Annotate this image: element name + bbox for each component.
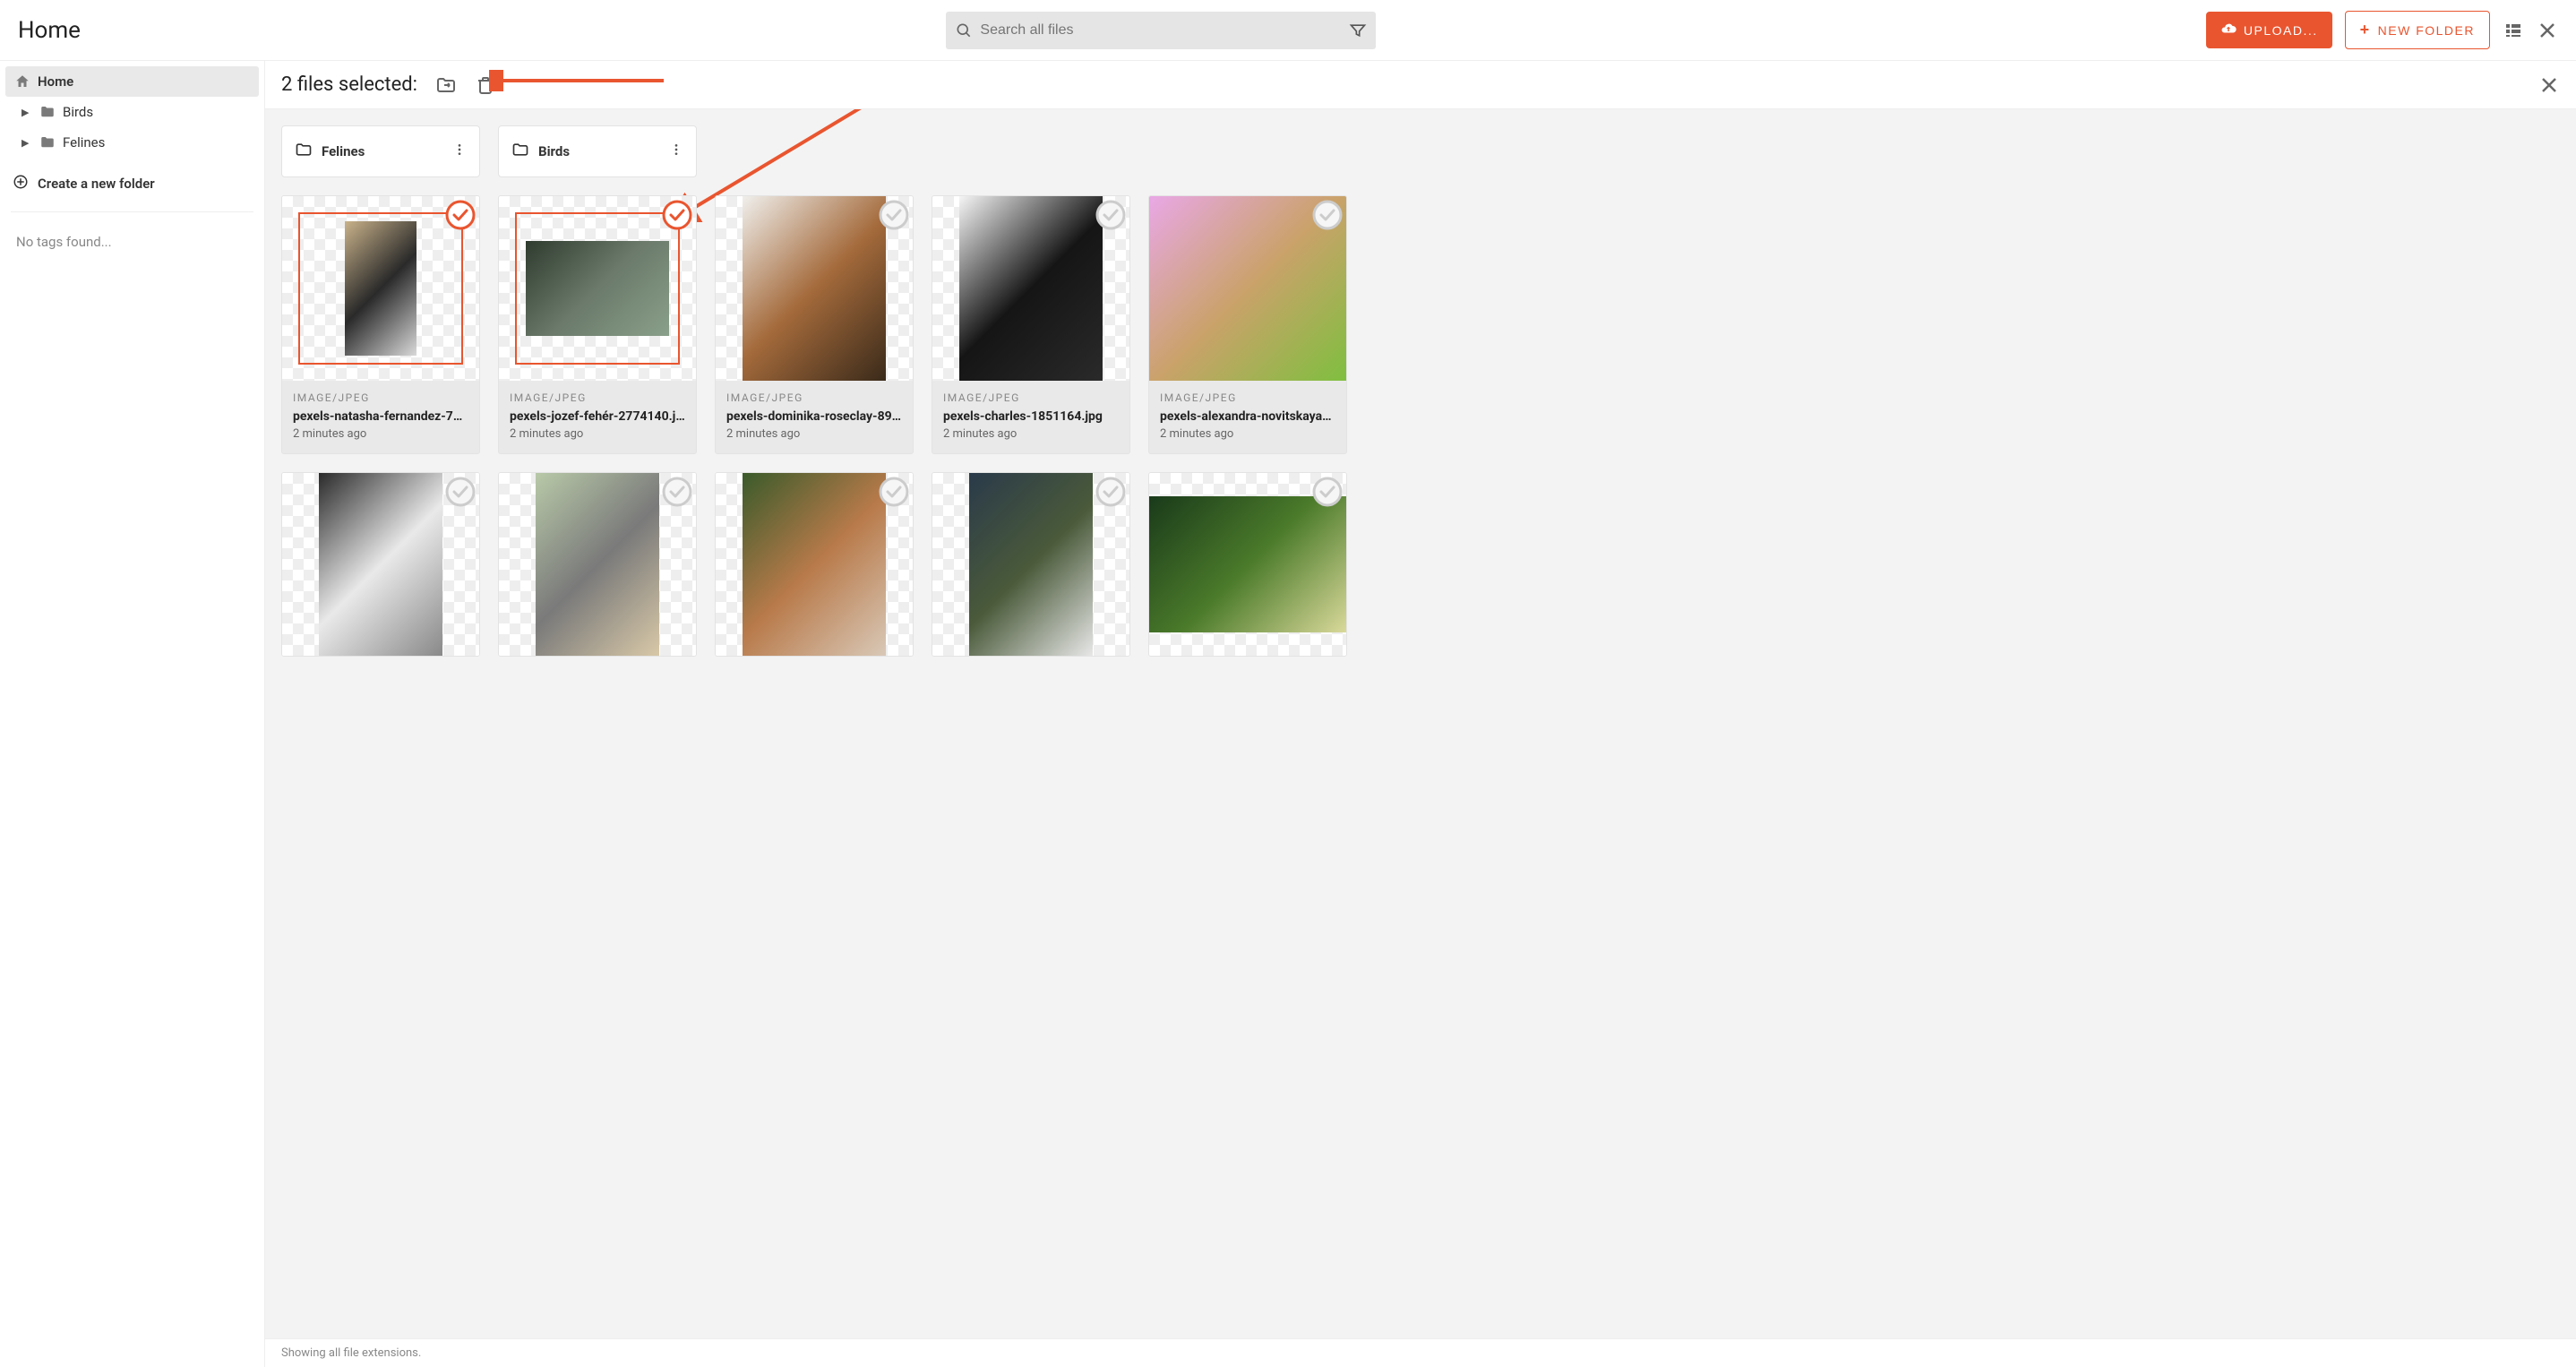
file-type: IMAGE/JPEG xyxy=(726,391,902,404)
folder-icon xyxy=(39,104,56,120)
file-time: 2 minutes ago xyxy=(726,427,902,441)
sidebar-item-home[interactable]: Home xyxy=(5,66,259,97)
thumbnail-image xyxy=(536,473,659,657)
file-type: IMAGE/JPEG xyxy=(1160,391,1335,404)
folder-icon xyxy=(39,134,56,150)
page-title: Home xyxy=(18,17,81,44)
file-time: 2 minutes ago xyxy=(510,427,685,441)
file-card[interactable] xyxy=(498,472,697,657)
select-checkmark-icon[interactable] xyxy=(445,477,476,507)
sidebar-item-label: Birds xyxy=(63,104,93,120)
thumbnail-image xyxy=(345,221,416,356)
home-icon xyxy=(14,73,30,90)
folder-icon xyxy=(511,141,529,162)
close-icon[interactable] xyxy=(2537,20,2558,41)
file-name: pexels-alexandra-novitskaya-2... xyxy=(1160,409,1335,424)
select-checkmark-icon[interactable] xyxy=(1312,477,1343,507)
file-time: 2 minutes ago xyxy=(943,427,1119,441)
thumbnail-image xyxy=(1149,496,1346,632)
upload-button[interactable]: UPLOAD... xyxy=(2206,12,2332,48)
footer-text: Showing all file extensions. xyxy=(265,1338,2576,1367)
plus-icon: + xyxy=(2360,21,2371,39)
chevron-right-icon: ▶ xyxy=(21,137,32,149)
file-card[interactable]: IMAGE/JPEG pexels-dominika-roseclay-8952… xyxy=(715,195,914,454)
thumbnail-image xyxy=(526,241,669,336)
sidebar: Home ▶ Birds ▶ Felines xyxy=(0,61,265,1367)
upload-label: UPLOAD... xyxy=(2244,23,2318,38)
file-card[interactable]: IMAGE/JPEG pexels-jozef-fehér-2774140.jp… xyxy=(498,195,697,454)
file-name: pexels-dominika-roseclay-8952... xyxy=(726,409,902,424)
select-checkmark-icon[interactable] xyxy=(662,200,692,230)
file-card[interactable] xyxy=(932,472,1130,657)
folder-name: Felines xyxy=(322,143,443,159)
select-checkmark-icon[interactable] xyxy=(445,200,476,230)
selection-bar: 2 files selected: xyxy=(265,61,2576,109)
sidebar-item-label: Felines xyxy=(63,134,105,150)
selection-count: 2 files selected: xyxy=(281,73,417,96)
select-checkmark-icon[interactable] xyxy=(662,477,692,507)
close-selection-icon[interactable] xyxy=(2538,74,2560,96)
search-bar[interactable] xyxy=(946,12,1376,49)
no-tags-text: No tags found... xyxy=(0,219,264,264)
file-type: IMAGE/JPEG xyxy=(510,391,685,404)
sidebar-item-label: Home xyxy=(38,73,73,90)
folder-card[interactable]: Felines xyxy=(281,125,480,177)
thumbnail-image xyxy=(743,196,886,381)
file-card[interactable]: IMAGE/JPEG pexels-charles-1851164.jpg 2 … xyxy=(932,195,1130,454)
file-time: 2 minutes ago xyxy=(293,427,468,441)
file-time: 2 minutes ago xyxy=(1160,427,1335,441)
more-icon[interactable] xyxy=(669,142,683,160)
list-view-icon[interactable] xyxy=(2503,20,2524,41)
create-folder-label: Create a new folder xyxy=(38,176,155,192)
create-folder-button[interactable]: Create a new folder xyxy=(0,163,264,204)
select-checkmark-icon[interactable] xyxy=(879,477,909,507)
select-checkmark-icon[interactable] xyxy=(879,200,909,230)
folder-card[interactable]: Birds xyxy=(498,125,697,177)
delete-icon[interactable] xyxy=(475,74,496,96)
folder-icon xyxy=(295,141,313,162)
search-input[interactable] xyxy=(973,22,1349,39)
sidebar-item-felines[interactable]: ▶ Felines xyxy=(5,127,259,158)
select-checkmark-icon[interactable] xyxy=(1095,200,1126,230)
file-card[interactable] xyxy=(1148,472,1347,657)
chevron-right-icon: ▶ xyxy=(21,107,32,118)
folder-name: Birds xyxy=(538,143,660,159)
more-icon[interactable] xyxy=(452,142,467,160)
file-card[interactable] xyxy=(715,472,914,657)
select-checkmark-icon[interactable] xyxy=(1312,200,1343,230)
select-checkmark-icon[interactable] xyxy=(1095,477,1126,507)
annotation-arrow-icon xyxy=(489,70,668,91)
new-folder-button[interactable]: + NEW FOLDER xyxy=(2345,11,2490,49)
file-type: IMAGE/JPEG xyxy=(293,391,468,404)
file-card[interactable]: IMAGE/JPEG pexels-alexandra-novitskaya-2… xyxy=(1148,195,1347,454)
search-icon xyxy=(955,21,973,39)
file-name: pexels-natasha-fernandez-733... xyxy=(293,409,468,424)
filter-icon[interactable] xyxy=(1349,21,1367,39)
file-name: pexels-charles-1851164.jpg xyxy=(943,409,1119,424)
file-card[interactable]: IMAGE/JPEG pexels-natasha-fernandez-733.… xyxy=(281,195,480,454)
thumbnail-image xyxy=(319,473,442,657)
new-folder-label: NEW FOLDER xyxy=(2378,23,2475,38)
thumbnail-image xyxy=(959,196,1103,381)
file-type: IMAGE/JPEG xyxy=(943,391,1119,404)
file-card[interactable] xyxy=(281,472,480,657)
thumbnail-image xyxy=(969,473,1093,657)
sidebar-item-birds[interactable]: ▶ Birds xyxy=(5,97,259,127)
plus-circle-icon xyxy=(13,174,29,193)
cloud-upload-icon xyxy=(2220,21,2237,39)
move-to-folder-icon[interactable] xyxy=(435,74,457,96)
thumbnail-image xyxy=(743,473,886,657)
file-name: pexels-jozef-fehér-2774140.jpg xyxy=(510,409,685,424)
